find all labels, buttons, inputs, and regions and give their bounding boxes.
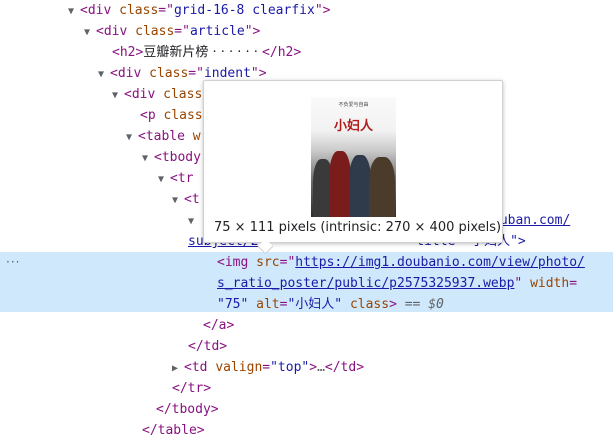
poster-image: 不负爱与自由 小妇人 [311,97,396,217]
poster-title: 小妇人 [333,119,373,134]
dom-node-img-cont2[interactable]: "75" alt="小妇人" class> == $0 [0,294,613,315]
poster-figure [329,151,351,217]
expand-triangle-icon[interactable]: ▼ [126,127,138,148]
dom-node-img-cont[interactable]: s_ratio_poster/public/p2575325937.webp" … [0,273,613,294]
expand-triangle-icon[interactable]: ▼ [112,85,124,106]
expand-triangle-icon[interactable]: ▼ [98,64,110,85]
expand-triangle-icon[interactable]: ▼ [68,1,80,22]
poster-tagline: 不负爱与自由 [338,102,369,108]
expand-triangle-icon[interactable]: ▼ [172,190,184,211]
dom-node-h2[interactable]: <h2>豆瓣新片榜 · · · · · · </h2> [0,42,613,63]
dom-node-article[interactable]: ▼ <div class="article"> [0,21,613,42]
dom-close-table[interactable]: </table> [0,420,613,441]
img-src-link-cont[interactable]: s_ratio_poster/public/p2575325937.webp [217,276,514,291]
expand-triangle-icon[interactable]: ▼ [84,22,96,43]
img-src-link[interactable]: https://img1.doubanio.com/view/photo/ [295,255,585,270]
dom-close-tr[interactable]: </tr> [0,378,613,399]
dom-node-img[interactable]: <img src="https://img1.doubanio.com/view… [0,252,613,273]
dom-close-tbody[interactable]: </tbody> [0,399,613,420]
image-dimensions-label: 75 × 111 pixels (intrinsic: 270 × 400 pi… [214,220,502,235]
dom-node-grid[interactable]: ▼ <div class="grid-16-8 clearfix"> [0,0,613,21]
dom-node-td-top[interactable]: ▶ <td valign="top">…</td> [0,357,613,378]
expand-triangle-icon[interactable]: ▼ [142,148,154,169]
expand-triangle-icon[interactable]: ▼ [158,169,170,190]
poster-figure [349,155,371,217]
dom-close-td[interactable]: </td> [0,336,613,357]
collapsed-triangle-icon[interactable]: ▶ [172,358,184,379]
dom-close-a[interactable]: </a> [0,315,613,336]
image-preview-tooltip: 不负爱与自由 小妇人 75 × 111 pixels (intrinsic: 2… [203,80,503,255]
expand-triangle-icon[interactable]: ▼ [188,211,200,232]
poster-figure [369,157,395,217]
